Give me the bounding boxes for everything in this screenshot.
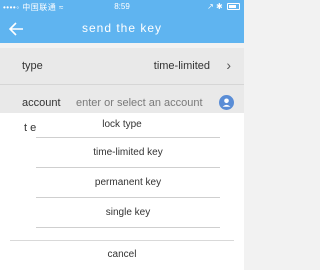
- account-label: account: [22, 97, 61, 109]
- option-permanent-key[interactable]: permanent key: [36, 167, 220, 197]
- account-input[interactable]: enter or select an account: [76, 97, 203, 109]
- bluetooth-icon: ↗ ✱: [207, 2, 223, 11]
- back-arrow-icon[interactable]: [6, 18, 28, 40]
- lock-type-sheet: t e lock type time-limited key permanent…: [0, 113, 244, 270]
- option-time-limited-key[interactable]: time-limited key: [36, 137, 220, 167]
- battery-icon: [227, 3, 240, 11]
- cancel-button[interactable]: cancel: [10, 240, 234, 269]
- page-title: send the key: [81, 21, 163, 35]
- option-single-key[interactable]: single key: [36, 197, 220, 227]
- person-icon[interactable]: [219, 95, 234, 110]
- status-right-icons: ↗ ✱: [207, 2, 240, 11]
- nav-bar: send the key: [0, 14, 244, 43]
- sheet-header: t e lock type: [0, 113, 244, 137]
- type-value: time-limited: [153, 60, 210, 72]
- type-row[interactable]: type time-limited ›: [0, 48, 244, 85]
- status-bar: ••••◦ 中国联通 ≈ 8:59 ↗ ✱: [0, 0, 244, 14]
- sheet-divider: [36, 227, 220, 236]
- sheet-title: lock type: [102, 119, 142, 130]
- key-form: type time-limited › account enter or sel…: [0, 48, 244, 122]
- chevron-right-icon: ›: [226, 57, 231, 73]
- type-label: type: [22, 60, 43, 72]
